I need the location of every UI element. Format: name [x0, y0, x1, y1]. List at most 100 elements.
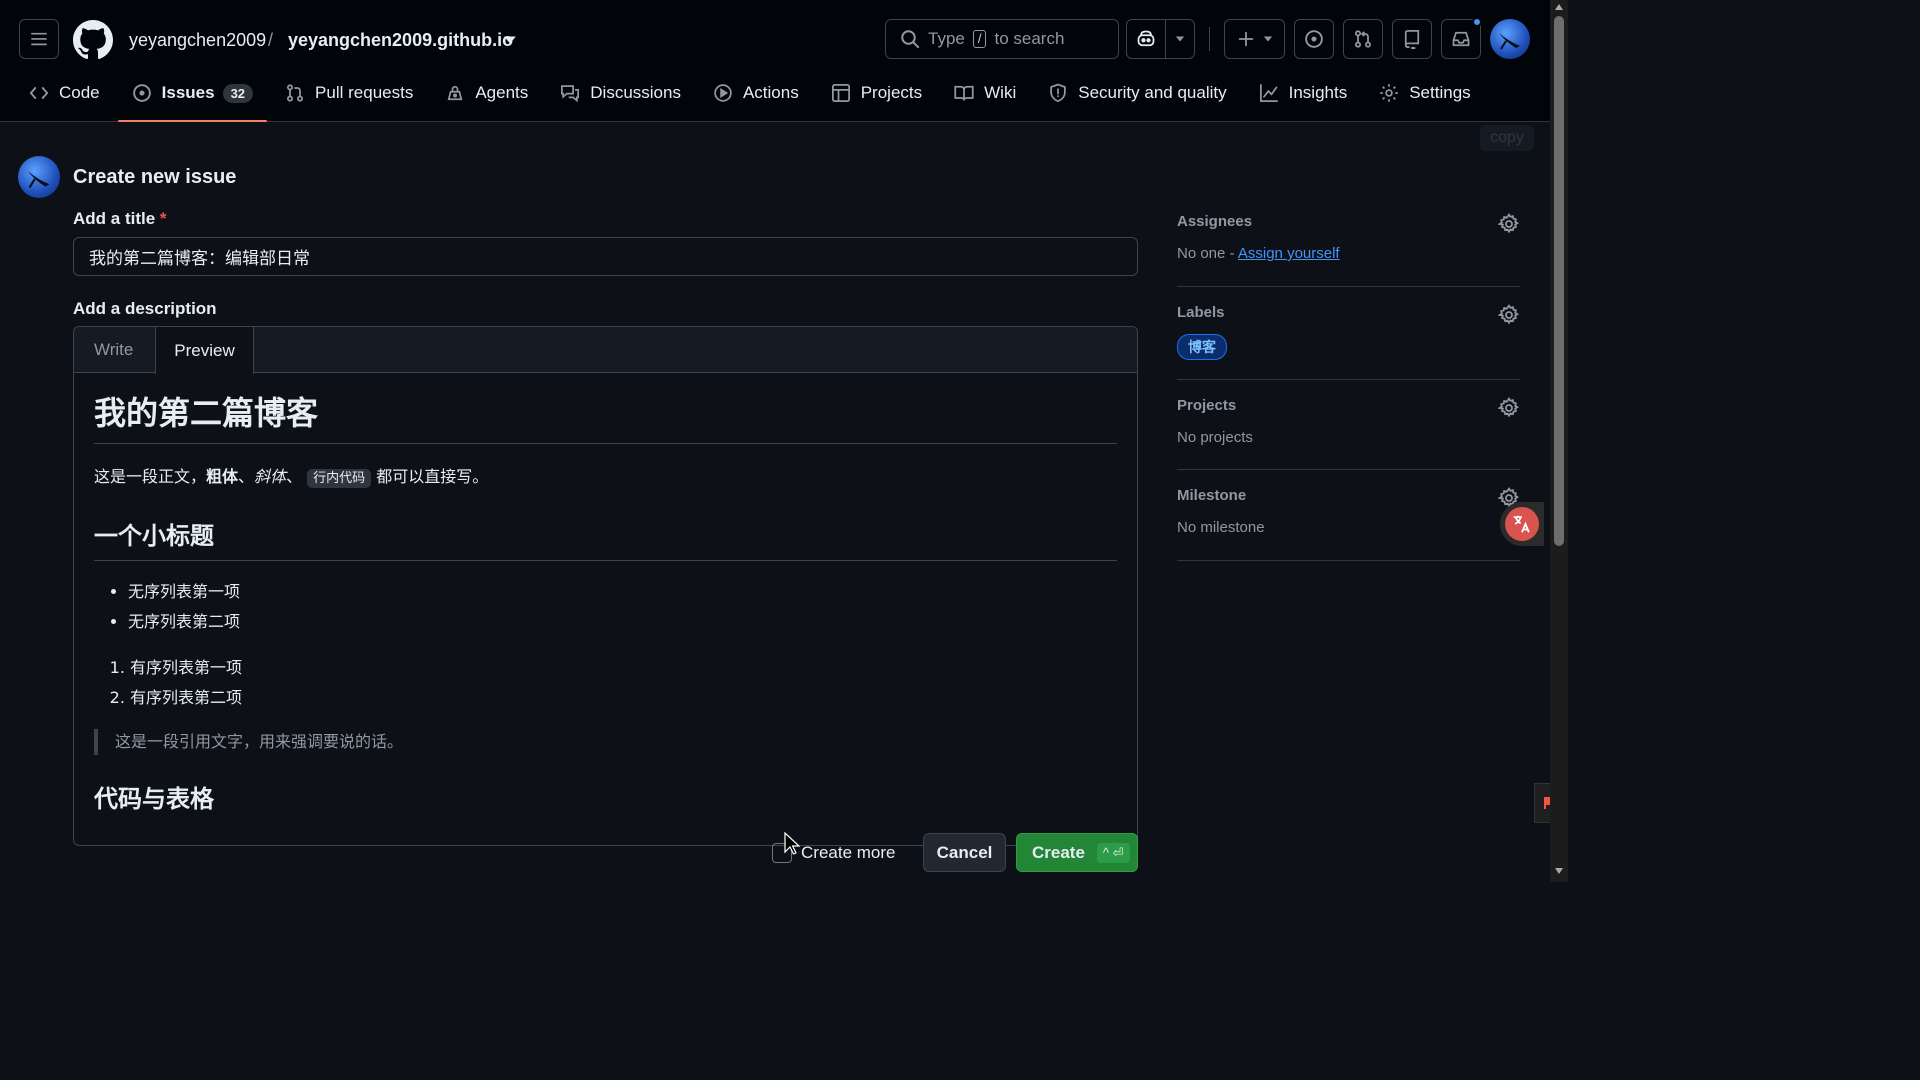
- github-logo-icon[interactable]: [73, 20, 113, 60]
- scroll-up-arrow-icon[interactable]: [1555, 4, 1563, 10]
- issue-title-input[interactable]: [73, 237, 1138, 276]
- triangle-down-icon: [1263, 36, 1272, 42]
- tab-security-label: Security and quality: [1078, 83, 1227, 102]
- breadcrumb-owner[interactable]: yeyangchen2009: [129, 29, 266, 51]
- tab-pull-requests-label: Pull requests: [315, 83, 414, 102]
- preview-heading-2: 代码与表格: [94, 785, 214, 813]
- labels-title: Labels: [1177, 304, 1225, 321]
- title-label-text: Add a title: [73, 209, 156, 228]
- agents-icon: [447, 85, 463, 101]
- header-divider: [1209, 27, 1210, 51]
- issues-count-badge: 32: [222, 83, 254, 103]
- editor-tab-bar: Write Preview: [74, 327, 1137, 374]
- scroll-down-arrow-icon[interactable]: [1555, 868, 1563, 874]
- tab-pull-requests[interactable]: Pull requests: [271, 72, 427, 114]
- tab-issues[interactable]: Issues 32: [117, 72, 268, 122]
- milestone-section: Milestone No milestone: [1177, 487, 1520, 561]
- markdown-preview: 我的第二篇博客 这是一段正文，粗体、斜体、 行内代码 都可以直接写。 一个小标题…: [74, 373, 1137, 843]
- tab-wiki-label: Wiki: [984, 83, 1017, 102]
- tab-agents[interactable]: Agents: [431, 72, 542, 114]
- assignees-title: Assignees: [1177, 213, 1253, 230]
- search-input[interactable]: Type / to search: [885, 19, 1119, 59]
- tab-agents-label: Agents: [475, 83, 529, 102]
- create-more-label[interactable]: Create more: [801, 843, 895, 863]
- copilot-icon: [1137, 30, 1155, 47]
- tab-insights-label: Insights: [1288, 83, 1348, 102]
- description-editor: Write Preview 我的第二篇博客 这是一段正文，粗体、斜体、 行内代码…: [73, 326, 1138, 846]
- projects-title: Projects: [1177, 397, 1237, 414]
- bold-text: 粗体: [206, 467, 239, 486]
- tab-code-label: Code: [59, 83, 100, 102]
- description-label: Add a description: [73, 299, 217, 318]
- code-icon: [29, 87, 49, 99]
- tab-insights[interactable]: Insights: [1245, 72, 1362, 114]
- copilot-button[interactable]: [1126, 19, 1166, 59]
- notification-dot: [1472, 17, 1482, 27]
- global-menu-button[interactable]: [19, 19, 59, 59]
- tab-discussions[interactable]: Discussions: [546, 72, 695, 114]
- separator-text: 、: [286, 467, 303, 486]
- tab-settings[interactable]: Settings: [1365, 72, 1484, 114]
- tab-write[interactable]: Write: [94, 327, 133, 373]
- shield-icon: [1050, 83, 1066, 103]
- copy-badge[interactable]: copy: [1480, 125, 1534, 151]
- preview-heading-1: 我的第二篇博客: [94, 393, 1117, 444]
- issue-opened-icon: [1305, 30, 1323, 48]
- tab-actions-label: Actions: [742, 83, 799, 102]
- repo-nav-tabs: Code Issues 32 Pull requests Agents Disc…: [0, 72, 1485, 122]
- tab-security[interactable]: Security and quality: [1034, 72, 1240, 114]
- tab-issues-label: Issues: [161, 83, 215, 102]
- projects-value: No projects: [1177, 429, 1253, 446]
- page-scrollbar[interactable]: [1550, 0, 1568, 882]
- assignees-none-text: No one -: [1177, 245, 1238, 262]
- tab-code[interactable]: Code: [0, 72, 114, 114]
- scrollbar-thumb[interactable]: [1554, 16, 1564, 546]
- translate-extension-button[interactable]: [1500, 502, 1544, 546]
- user-avatar[interactable]: [1490, 19, 1530, 59]
- search-suffix: to search: [994, 29, 1065, 48]
- git-pull-request-icon: [1354, 30, 1372, 48]
- your-pull-requests-button[interactable]: [1343, 19, 1383, 59]
- create-button[interactable]: Create ^ ⏎: [1016, 833, 1138, 872]
- preview-paragraph: 这是一段正文，粗体、斜体、 行内代码 都可以直接写。: [94, 464, 1117, 492]
- mouse-cursor-icon: [784, 832, 800, 855]
- graph-icon: [1259, 84, 1278, 102]
- book-icon: [954, 85, 974, 101]
- list-item: 无序列表第二项: [128, 607, 1117, 637]
- repo-dropdown-caret-icon[interactable]: [503, 35, 517, 45]
- ordered-list: 有序列表第一项 有序列表第二项: [94, 653, 1117, 713]
- assignees-value: No one - Assign yourself: [1177, 245, 1520, 262]
- your-issues-button[interactable]: [1294, 19, 1334, 59]
- tab-actions[interactable]: Actions: [699, 72, 813, 114]
- repo-header: yeyangchen2009 / yeyangchen2009.github.i…: [0, 0, 1550, 122]
- blockquote: 这是一段引用文字，用来强调要说的话。: [94, 729, 1117, 755]
- required-mark: *: [159, 209, 167, 228]
- plus-icon: [1238, 31, 1253, 47]
- gear-icon[interactable]: [1498, 397, 1520, 419]
- breadcrumb-repo[interactable]: yeyangchen2009.github.io: [288, 29, 513, 51]
- title-label: Add a title *: [73, 209, 167, 229]
- list-item: 有序列表第一项: [130, 653, 1117, 683]
- labels-section: Labels 博客: [1177, 304, 1520, 380]
- comment-discussion-icon: [561, 85, 580, 103]
- cancel-button[interactable]: Cancel: [923, 833, 1006, 872]
- tab-discussions-label: Discussions: [590, 83, 681, 102]
- author-avatar: [18, 156, 60, 198]
- assign-yourself-link[interactable]: Assign yourself: [1238, 245, 1340, 262]
- create-new-button[interactable]: [1224, 19, 1285, 59]
- gear-icon[interactable]: [1498, 304, 1520, 326]
- assignees-section: Assignees No one - Assign yourself: [1177, 213, 1520, 287]
- search-icon: [901, 30, 920, 49]
- tab-preview[interactable]: Preview: [155, 327, 254, 374]
- paragraph-text: 这是一段正文，: [94, 467, 207, 486]
- tab-projects[interactable]: Projects: [817, 72, 936, 114]
- hamburger-icon: [31, 32, 47, 46]
- label-chip[interactable]: 博客: [1177, 334, 1227, 360]
- copilot-dropdown-button[interactable]: [1165, 19, 1195, 59]
- milestone-title: Milestone: [1177, 487, 1247, 504]
- table-icon: [831, 84, 850, 102]
- projects-section: Projects No projects: [1177, 397, 1520, 470]
- tab-wiki[interactable]: Wiki: [940, 72, 1030, 114]
- repositories-button[interactable]: [1392, 19, 1432, 59]
- gear-icon[interactable]: [1498, 213, 1520, 235]
